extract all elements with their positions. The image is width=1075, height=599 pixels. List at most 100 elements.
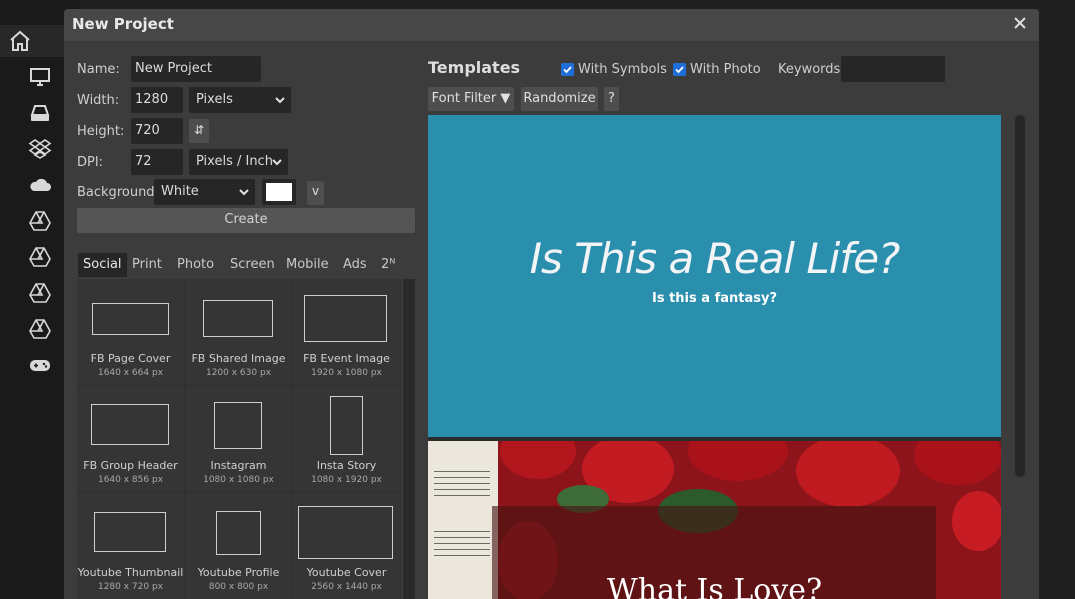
name-input[interactable]: New Project [131,56,261,82]
template-title: Is This a Real Life? [529,234,901,283]
chevron-down-icon [272,159,282,166]
preset-size: 1200 x 630 px [205,368,272,378]
chevron-down-icon [275,97,285,104]
preset-size: 1920 x 1080 px [311,368,382,378]
tab-print[interactable]: Print [127,253,167,277]
staff-line [434,537,490,538]
template-title: What Is Love? [606,573,823,599]
check-icon [563,66,572,74]
staff-line [434,477,490,478]
background-label: Background: [77,185,159,200]
preset-name: Insta Story [316,459,377,472]
create-button[interactable]: Create [77,208,415,233]
with-symbols-checkbox[interactable] [561,63,574,76]
preset-card[interactable]: FB Event Image 1920 x 1080 px [293,279,400,385]
background-select[interactable]: White [154,179,255,205]
with-photo-checkbox[interactable] [673,63,686,76]
tab-social[interactable]: Social [78,253,127,277]
template-card[interactable]: Is This a Real Life? Is this a fantasy? [428,115,1001,437]
template-subtitle: Is this a fantasy? [651,291,777,306]
preset-card[interactable]: Instagram 1080 x 1080 px [185,386,292,492]
background-value: White [161,184,199,199]
preset-shape [304,295,387,342]
keywords-label: Keywords: [778,62,845,77]
randomize-button[interactable]: Randomize [521,87,598,111]
staff-line [434,495,490,496]
sidebar-item-dropbox[interactable] [24,133,56,165]
staff-line [434,549,490,550]
sidebar-item-drive[interactable] [24,97,56,129]
gamepad-icon [30,360,50,371]
preset-card[interactable]: FB Group Header 1640 x 856 px [77,386,184,492]
preset-name: Instagram [210,459,267,472]
preset-size: 2560 x 1440 px [311,582,382,592]
new-project-dialog: New Project Name: New Project Width: 128… [64,9,1039,599]
preset-card[interactable]: Insta Story 1080 x 1920 px [293,386,400,492]
preset-card[interactable]: FB Page Cover 1640 x 664 px [77,279,184,385]
dpi-label: DPI: [77,155,104,170]
preset-name: FB Shared Image [191,352,286,365]
preset-name: Youtube Profile [197,566,280,579]
sidebar-item-games[interactable] [24,349,56,381]
staff-line [434,471,490,472]
preset-grid: FB Page Cover 1640 x 664 px FB Shared Im… [77,279,401,599]
tab-photo[interactable]: Photo [172,253,219,277]
with-photo-label[interactable]: With Photo [690,62,761,77]
template-card[interactable]: What Is Love? [428,441,1001,599]
sidebar-item-gdrive-3[interactable] [24,277,56,309]
tab-power-of-two[interactable]: 2ᴺ [376,253,400,277]
preset-shape [298,506,393,559]
app-root: New Project Name: New Project Width: 128… [0,0,1075,599]
help-button[interactable]: ? [604,87,619,111]
tab-ads[interactable]: Ads [338,253,372,277]
drive-icon [30,105,50,121]
width-unit-select[interactable]: Pixels [189,87,291,113]
google-drive-icon [29,319,51,339]
preset-card[interactable]: Youtube Thumbnail 1280 x 720 px [77,493,184,599]
preset-shape [91,404,169,445]
preset-size: 800 x 800 px [208,582,269,592]
sidebar-item-gdrive-2[interactable] [24,241,56,273]
preset-shape [214,402,262,449]
sidebar-item-gdrive-4[interactable] [24,313,56,345]
tab-screen[interactable]: Screen [225,253,280,277]
font-filter-button[interactable]: Font Filter ▼ [428,87,514,111]
sidebar-item-onedrive[interactable] [24,169,56,201]
sidebar-item-monitor[interactable] [24,61,56,93]
google-drive-icon [29,247,51,267]
tab-mobile[interactable]: Mobile [281,253,334,277]
preset-size: 1080 x 1920 px [311,475,382,485]
preset-size: 1280 x 720 px [97,582,164,592]
preset-card[interactable]: FB Shared Image 1200 x 630 px [185,279,292,385]
dpi-unit-select[interactable]: Pixels / Inch [189,149,288,175]
swap-dimensions-button[interactable]: ⇵ [189,119,209,143]
keywords-input[interactable] [841,56,945,82]
name-label: Name: [77,62,120,77]
width-input[interactable]: 1280 [131,87,183,113]
preset-card[interactable]: Youtube Cover 2560 x 1440 px [293,493,400,599]
google-drive-icon [29,211,51,231]
monitor-icon [30,68,50,86]
background-color-swatch[interactable] [262,179,296,205]
preset-card[interactable]: Youtube Profile 800 x 800 px [185,493,292,599]
with-symbols-label[interactable]: With Symbols [578,62,667,77]
preset-name: Youtube Thumbnail [77,566,184,579]
close-icon[interactable] [1011,14,1029,32]
onedrive-icon [30,178,51,191]
dpi-unit-value: Pixels / Inch [196,154,273,169]
preset-size: 1640 x 664 px [97,368,164,378]
background-options-button[interactable]: v [307,181,324,205]
preset-name: Youtube Cover [306,566,387,579]
staff-line [434,483,490,484]
google-drive-icon [29,283,51,303]
templates-preview: Is This a Real Life? Is this a fantasy? [428,115,1001,599]
preset-name: FB Page Cover [90,352,171,365]
color-swatch-fill [266,183,292,201]
preset-grid-scrollbar[interactable] [403,279,415,599]
sidebar-item-gdrive-1[interactable] [24,205,56,237]
staff-line [434,489,490,490]
dpi-input[interactable]: 72 [131,149,183,175]
templates-scrollbar[interactable] [1015,115,1025,477]
height-input[interactable]: 720 [131,118,183,144]
preset-size: 1080 x 1080 px [203,475,274,485]
